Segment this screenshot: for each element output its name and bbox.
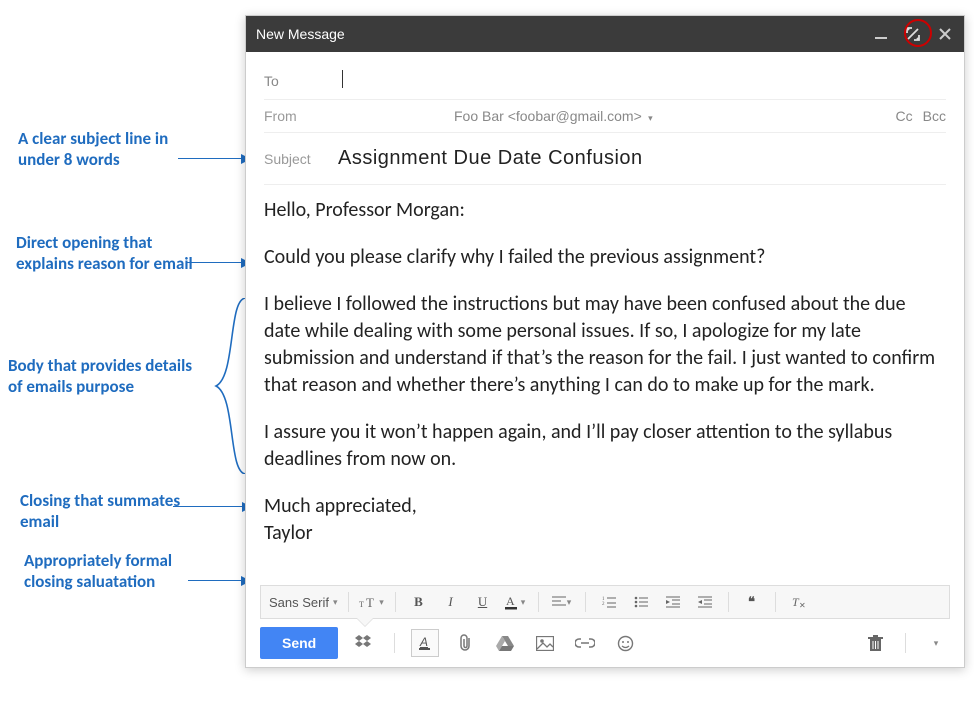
separator (394, 633, 395, 653)
separator (775, 592, 776, 612)
anno-salutation: Appropriately formal closing saluatation (24, 550, 204, 593)
svg-text:✕: ✕ (799, 601, 806, 609)
separator (905, 633, 906, 653)
expand-icon[interactable] (904, 25, 922, 43)
from-email: Foo Bar <foobar@gmail.com> (454, 108, 642, 124)
to-label: To (264, 73, 334, 89)
cc-button[interactable]: Cc (896, 108, 913, 124)
chevron-down-icon: ▾ (521, 597, 526, 608)
separator (585, 592, 586, 612)
anno-opening: Direct opening that explains reason for … (16, 232, 196, 275)
font-family-selector[interactable]: Sans Serif ▾ (269, 595, 338, 610)
arrow-closing (173, 506, 251, 507)
indent-less-icon[interactable] (660, 590, 686, 614)
emoji-icon[interactable] (611, 629, 639, 657)
underline-icon[interactable]: U (470, 590, 496, 614)
window-controls (872, 25, 954, 43)
from-label: From (264, 108, 334, 124)
dropbox-icon[interactable] (350, 629, 378, 657)
close-icon[interactable] (936, 25, 954, 43)
more-options-icon[interactable]: ▾ (922, 629, 950, 657)
arrow-opening (186, 262, 250, 263)
separator (728, 592, 729, 612)
remove-formatting-icon[interactable]: T✕ (786, 590, 812, 614)
font-name-label: Sans Serif (269, 595, 329, 610)
curly-brace (208, 298, 248, 474)
text-color-icon[interactable]: A ▾ (502, 590, 528, 614)
anno-closing: Closing that summates email (20, 490, 190, 533)
body-signoff: Much appreciated, Taylor (264, 493, 946, 547)
body-para1: I believe I followed the instructions bu… (264, 291, 946, 399)
from-value[interactable]: Foo Bar <foobar@gmail.com> ▾ (334, 108, 896, 124)
formatting-toolbar: Sans Serif ▾ TT ▾ B I U A ▾ ▾ 1 2 (260, 585, 950, 619)
subject-input[interactable]: Assignment Due Date Confusion (334, 147, 643, 170)
italic-icon[interactable]: I (438, 590, 464, 614)
body-para2: I assure you it won’t happen again, and … (264, 419, 946, 473)
from-dropdown-icon[interactable]: ▾ (646, 113, 653, 123)
photo-icon[interactable] (531, 629, 559, 657)
signoff-text: Much appreciated, (264, 494, 417, 518)
quote-icon[interactable]: ❝ (739, 590, 765, 614)
svg-text:A: A (506, 594, 515, 608)
attach-icon[interactable] (451, 629, 479, 657)
drive-icon[interactable] (491, 629, 519, 657)
signature-name: Taylor (264, 521, 313, 545)
action-bar: Send A ▾ (246, 619, 964, 667)
align-icon[interactable]: ▾ (549, 590, 575, 614)
svg-text:2: 2 (602, 602, 605, 607)
bcc-button[interactable]: Bcc (923, 108, 946, 124)
svg-text:T: T (359, 600, 364, 609)
compose-window: New Message To From Foo Bar (245, 15, 965, 668)
to-input[interactable] (334, 70, 946, 91)
window-title: New Message (256, 26, 872, 42)
separator (538, 592, 539, 612)
chevron-down-icon: ▾ (333, 597, 338, 608)
trash-icon[interactable] (861, 629, 889, 657)
cc-bcc-group: Cc Bcc (896, 108, 946, 124)
bullet-list-icon[interactable] (628, 590, 654, 614)
titlebar[interactable]: New Message (246, 16, 964, 52)
from-row[interactable]: From Foo Bar <foobar@gmail.com> ▾ Cc Bcc (264, 100, 946, 133)
formatting-toggle-icon[interactable]: A (411, 629, 439, 657)
separator (395, 592, 396, 612)
body-greeting: Hello, Professor Morgan: (264, 197, 946, 224)
bold-icon[interactable]: B (406, 590, 432, 614)
subject-row[interactable]: Subject Assignment Due Date Confusion (264, 133, 946, 185)
font-size-icon[interactable]: TT ▾ (359, 590, 385, 614)
chevron-down-icon: ▾ (379, 597, 384, 608)
minimize-icon[interactable] (872, 25, 890, 43)
arrow-salutation (188, 580, 250, 581)
send-button[interactable]: Send (260, 627, 338, 659)
chevron-down-icon: ▾ (567, 597, 572, 608)
email-body[interactable]: Hello, Professor Morgan: Could you pleas… (246, 185, 964, 585)
arrow-subject (178, 158, 250, 159)
link-icon[interactable] (571, 629, 599, 657)
svg-text:T: T (366, 595, 374, 609)
numbered-list-icon[interactable]: 1 2 (596, 590, 622, 614)
body-opening: Could you please clarify why I failed th… (264, 244, 946, 271)
to-row[interactable]: To (264, 62, 946, 100)
anno-body: Body that provides details of emails pur… (8, 355, 198, 398)
indent-more-icon[interactable] (692, 590, 718, 614)
svg-text:A: A (419, 635, 428, 649)
anno-subject: A clear subject line in under 8 words (18, 128, 188, 171)
header-fields: To From Foo Bar <foobar@gmail.com> ▾ Cc … (246, 52, 964, 185)
subject-label: Subject (264, 151, 334, 167)
separator (348, 592, 349, 612)
